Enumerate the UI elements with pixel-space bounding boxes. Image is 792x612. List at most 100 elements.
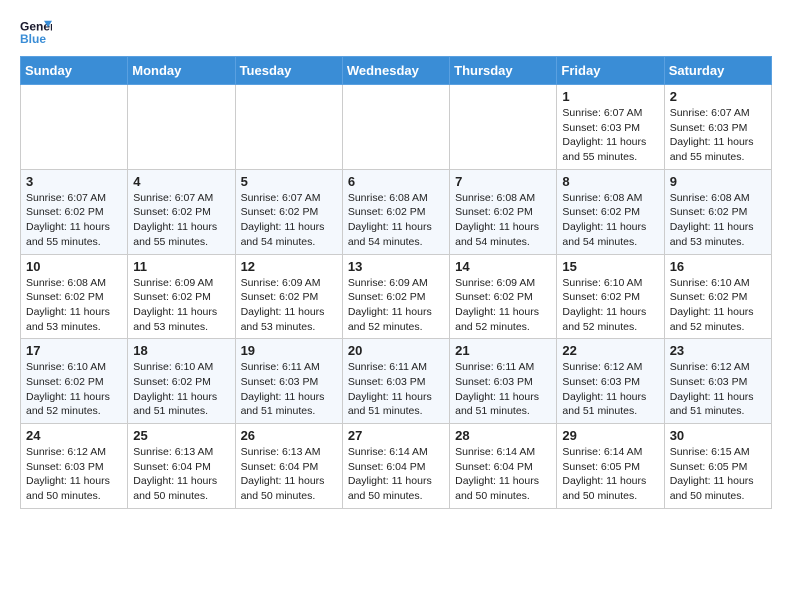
weekday-thursday: Thursday (450, 57, 557, 85)
day-cell: 22 Sunrise: 6:12 AM Sunset: 6:03 PM Dayli… (557, 339, 664, 424)
day-number: 16 (670, 259, 766, 274)
day-number: 3 (26, 174, 122, 189)
day-number: 28 (455, 428, 551, 443)
day-cell: 2 Sunrise: 6:07 AM Sunset: 6:03 PM Daylig… (664, 85, 771, 170)
day-info: Sunrise: 6:10 AM Sunset: 6:02 PM Dayligh… (133, 360, 229, 419)
day-number: 4 (133, 174, 229, 189)
day-cell: 8Sunrise: 6:08 AM Sunset: 6:02 PM Daylig… (557, 169, 664, 254)
day-cell: 21Sunrise: 6:11 AM Sunset: 6:03 PM Dayli… (450, 339, 557, 424)
day-cell: 30 Sunrise: 6:15 AM Sunset: 6:05 PM Dayli… (664, 424, 771, 509)
day-info: Sunrise: 6:12 AM Sunset: 6:03 PM Dayligh… (670, 360, 766, 419)
day-cell (450, 85, 557, 170)
page: General Blue SundayMondayTuesdayWednesda… (0, 0, 792, 525)
day-info: Sunrise: 6:08 AM Sunset: 6:02 PM Dayligh… (670, 191, 766, 250)
day-number: 15 (562, 259, 658, 274)
day-cell: 27 Sunrise: 6:14 AM Sunset: 6:04 PM Dayli… (342, 424, 449, 509)
calendar-table: SundayMondayTuesdayWednesdayThursdayFrid… (20, 56, 772, 509)
day-cell (128, 85, 235, 170)
week-row-3: 17 Sunrise: 6:10 AM Sunset: 6:02 PM Dayli… (21, 339, 772, 424)
day-info: Sunrise: 6:07 AM Sunset: 6:02 PM Dayligh… (241, 191, 337, 250)
day-info: Sunrise: 6:07 AM Sunset: 6:03 PM Dayligh… (670, 106, 766, 165)
day-number: 14 (455, 259, 551, 274)
day-cell: 6 Sunrise: 6:08 AM Sunset: 6:02 PM Daylig… (342, 169, 449, 254)
day-number: 30 (670, 428, 766, 443)
day-cell: 16 Sunrise: 6:10 AM Sunset: 6:02 PM Dayli… (664, 254, 771, 339)
day-number: 18 (133, 343, 229, 358)
day-number: 29 (562, 428, 658, 443)
day-info: Sunrise: 6:08 AM Sunset: 6:02 PM Dayligh… (26, 276, 122, 335)
day-cell: 1Sunrise: 6:07 AM Sunset: 6:03 PM Daylig… (557, 85, 664, 170)
day-number: 5 (241, 174, 337, 189)
day-number: 11 (133, 259, 229, 274)
svg-text:Blue: Blue (20, 32, 46, 46)
weekday-tuesday: Tuesday (235, 57, 342, 85)
weekday-saturday: Saturday (664, 57, 771, 85)
header: General Blue (20, 16, 772, 48)
day-cell: 25Sunrise: 6:13 AM Sunset: 6:04 PM Dayli… (128, 424, 235, 509)
day-number: 2 (670, 89, 766, 104)
day-info: Sunrise: 6:12 AM Sunset: 6:03 PM Dayligh… (26, 445, 122, 504)
day-cell: 19 Sunrise: 6:11 AM Sunset: 6:03 PM Dayli… (235, 339, 342, 424)
day-cell (21, 85, 128, 170)
day-info: Sunrise: 6:11 AM Sunset: 6:03 PM Dayligh… (455, 360, 551, 419)
day-info: Sunrise: 6:07 AM Sunset: 6:03 PM Dayligh… (562, 106, 658, 165)
day-number: 26 (241, 428, 337, 443)
day-info: Sunrise: 6:14 AM Sunset: 6:04 PM Dayligh… (455, 445, 551, 504)
day-info: Sunrise: 6:09 AM Sunset: 6:02 PM Dayligh… (455, 276, 551, 335)
day-number: 23 (670, 343, 766, 358)
weekday-monday: Monday (128, 57, 235, 85)
day-cell: 7Sunrise: 6:08 AM Sunset: 6:02 PM Daylig… (450, 169, 557, 254)
day-cell: 18 Sunrise: 6:10 AM Sunset: 6:02 PM Dayli… (128, 339, 235, 424)
day-number: 12 (241, 259, 337, 274)
day-cell: 15 Sunrise: 6:10 AM Sunset: 6:02 PM Dayli… (557, 254, 664, 339)
day-info: Sunrise: 6:08 AM Sunset: 6:02 PM Dayligh… (455, 191, 551, 250)
day-cell: 17Sunrise: 6:10 AM Sunset: 6:02 PM Dayli… (21, 339, 128, 424)
day-cell: 5 Sunrise: 6:07 AM Sunset: 6:02 PM Daylig… (235, 169, 342, 254)
day-info: Sunrise: 6:08 AM Sunset: 6:02 PM Dayligh… (562, 191, 658, 250)
day-info: Sunrise: 6:07 AM Sunset: 6:02 PM Dayligh… (26, 191, 122, 250)
day-cell: 13 Sunrise: 6:09 AM Sunset: 6:02 PM Dayli… (342, 254, 449, 339)
day-info: Sunrise: 6:10 AM Sunset: 6:02 PM Dayligh… (670, 276, 766, 335)
day-cell: 24Sunrise: 6:12 AM Sunset: 6:03 PM Dayli… (21, 424, 128, 509)
day-cell: 23 Sunrise: 6:12 AM Sunset: 6:03 PM Dayli… (664, 339, 771, 424)
week-row-2: 10 Sunrise: 6:08 AM Sunset: 6:02 PM Dayli… (21, 254, 772, 339)
day-info: Sunrise: 6:12 AM Sunset: 6:03 PM Dayligh… (562, 360, 658, 419)
day-cell (235, 85, 342, 170)
day-info: Sunrise: 6:07 AM Sunset: 6:02 PM Dayligh… (133, 191, 229, 250)
day-number: 17 (26, 343, 122, 358)
week-row-0: 1Sunrise: 6:07 AM Sunset: 6:03 PM Daylig… (21, 85, 772, 170)
day-number: 19 (241, 343, 337, 358)
day-cell: 26 Sunrise: 6:13 AM Sunset: 6:04 PM Dayli… (235, 424, 342, 509)
day-number: 6 (348, 174, 444, 189)
day-number: 10 (26, 259, 122, 274)
weekday-header-row: SundayMondayTuesdayWednesdayThursdayFrid… (21, 57, 772, 85)
day-number: 13 (348, 259, 444, 274)
day-info: Sunrise: 6:14 AM Sunset: 6:05 PM Dayligh… (562, 445, 658, 504)
weekday-friday: Friday (557, 57, 664, 85)
day-info: Sunrise: 6:13 AM Sunset: 6:04 PM Dayligh… (133, 445, 229, 504)
day-cell: 28 Sunrise: 6:14 AM Sunset: 6:04 PM Dayli… (450, 424, 557, 509)
day-cell: 29 Sunrise: 6:14 AM Sunset: 6:05 PM Dayli… (557, 424, 664, 509)
week-row-4: 24Sunrise: 6:12 AM Sunset: 6:03 PM Dayli… (21, 424, 772, 509)
day-cell: 12Sunrise: 6:09 AM Sunset: 6:02 PM Dayli… (235, 254, 342, 339)
logo-icon: General Blue (20, 16, 52, 48)
day-info: Sunrise: 6:08 AM Sunset: 6:02 PM Dayligh… (348, 191, 444, 250)
day-number: 22 (562, 343, 658, 358)
day-info: Sunrise: 6:11 AM Sunset: 6:03 PM Dayligh… (241, 360, 337, 419)
week-row-1: 3 Sunrise: 6:07 AM Sunset: 6:02 PM Daylig… (21, 169, 772, 254)
weekday-wednesday: Wednesday (342, 57, 449, 85)
day-info: Sunrise: 6:14 AM Sunset: 6:04 PM Dayligh… (348, 445, 444, 504)
day-info: Sunrise: 6:15 AM Sunset: 6:05 PM Dayligh… (670, 445, 766, 504)
day-cell: 3 Sunrise: 6:07 AM Sunset: 6:02 PM Daylig… (21, 169, 128, 254)
day-number: 27 (348, 428, 444, 443)
day-number: 9 (670, 174, 766, 189)
day-info: Sunrise: 6:10 AM Sunset: 6:02 PM Dayligh… (562, 276, 658, 335)
day-info: Sunrise: 6:09 AM Sunset: 6:02 PM Dayligh… (133, 276, 229, 335)
day-info: Sunrise: 6:13 AM Sunset: 6:04 PM Dayligh… (241, 445, 337, 504)
day-cell (342, 85, 449, 170)
logo: General Blue (20, 16, 56, 48)
day-info: Sunrise: 6:09 AM Sunset: 6:02 PM Dayligh… (348, 276, 444, 335)
weekday-sunday: Sunday (21, 57, 128, 85)
day-info: Sunrise: 6:11 AM Sunset: 6:03 PM Dayligh… (348, 360, 444, 419)
day-cell: 9 Sunrise: 6:08 AM Sunset: 6:02 PM Daylig… (664, 169, 771, 254)
